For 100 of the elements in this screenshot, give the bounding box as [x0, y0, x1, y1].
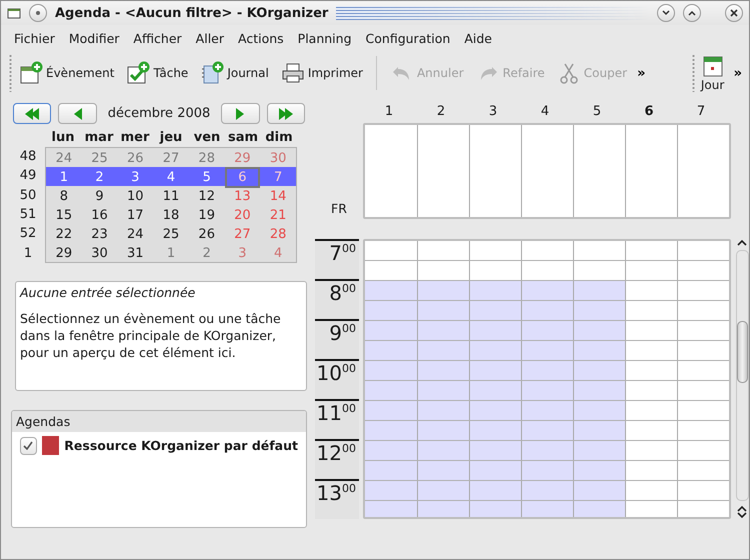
day-number[interactable]: 5 — [571, 104, 623, 118]
time-slot[interactable] — [365, 441, 417, 460]
time-slot[interactable] — [677, 301, 729, 320]
time-slot[interactable] — [677, 381, 729, 400]
time-slot[interactable] — [625, 341, 677, 360]
scrollbar-thumb[interactable] — [736, 321, 748, 383]
time-slot[interactable] — [573, 321, 625, 340]
time-slot[interactable] — [469, 381, 521, 400]
time-slot[interactable] — [521, 381, 573, 400]
time-slot[interactable] — [521, 501, 573, 517]
scroll-up-icon[interactable] — [737, 505, 747, 512]
time-slot[interactable] — [625, 401, 677, 420]
time-slot[interactable] — [417, 361, 469, 380]
calendar-day[interactable]: 3 — [117, 167, 154, 188]
toolbar-button[interactable]: Évènement — [14, 59, 120, 87]
week-row[interactable]: 22 23 24 25 26 27 28 — [46, 224, 296, 243]
calendar-day[interactable]: 17 — [117, 205, 154, 226]
time-slot[interactable] — [417, 501, 469, 517]
time-slot[interactable] — [365, 501, 417, 517]
calendar-day[interactable]: 30 — [82, 243, 118, 264]
time-slot[interactable] — [417, 341, 469, 360]
time-slot[interactable] — [417, 301, 469, 320]
time-slot[interactable] — [365, 321, 417, 340]
calendar-day[interactable]: 23 — [82, 224, 118, 245]
time-slot[interactable] — [573, 441, 625, 460]
calendar-day[interactable]: 22 — [46, 224, 82, 245]
time-slot[interactable] — [521, 421, 573, 440]
time-slot[interactable] — [469, 401, 521, 420]
time-slot[interactable] — [677, 501, 729, 517]
day-number[interactable]: 1 — [363, 104, 415, 118]
menu-item[interactable]: Fichier — [7, 28, 62, 48]
calendar-day[interactable]: 2 — [82, 167, 118, 188]
calendar-day[interactable]: 19 — [188, 205, 225, 226]
toolbar-button[interactable]: Imprimer — [276, 59, 368, 87]
maximize-button[interactable] — [683, 4, 701, 22]
time-slot[interactable] — [677, 321, 729, 340]
scroll-up-icon[interactable] — [737, 239, 747, 246]
time-slot[interactable] — [573, 301, 625, 320]
time-slot[interactable] — [469, 441, 521, 460]
menu-item[interactable]: Configuration — [358, 28, 458, 48]
time-slot[interactable] — [469, 341, 521, 360]
time-slot[interactable] — [573, 241, 625, 260]
time-slot[interactable] — [469, 461, 521, 480]
time-slot[interactable] — [521, 341, 573, 360]
time-slot[interactable] — [573, 341, 625, 360]
time-slot[interactable] — [365, 381, 417, 400]
time-slot[interactable] — [677, 481, 729, 500]
time-slot[interactable] — [573, 421, 625, 440]
time-slot[interactable] — [521, 441, 573, 460]
time-slot[interactable] — [365, 401, 417, 420]
time-slot[interactable] — [417, 421, 469, 440]
day-number[interactable]: 7 — [675, 104, 727, 118]
day-number[interactable]: 4 — [519, 104, 571, 118]
time-slot[interactable] — [677, 281, 729, 300]
time-slot[interactable] — [625, 461, 677, 480]
scrollbar-track[interactable] — [736, 250, 748, 501]
time-slot[interactable] — [625, 381, 677, 400]
calendar-day[interactable]: 4 — [153, 167, 189, 188]
menu-item[interactable]: Planning — [290, 28, 359, 48]
checkbox[interactable] — [20, 436, 37, 454]
time-slot[interactable] — [365, 421, 417, 440]
time-slot[interactable] — [625, 361, 677, 380]
week-row[interactable]: 29 30 31 1 2 3 4 — [46, 243, 296, 262]
time-slot[interactable] — [521, 461, 573, 480]
time-slot[interactable] — [573, 361, 625, 380]
menu-item[interactable]: Aide — [457, 28, 499, 48]
time-slot[interactable] — [469, 321, 521, 340]
calendar-day[interactable]: 25 — [153, 224, 189, 245]
week-row[interactable]: 15 16 17 18 19 20 21 — [46, 205, 296, 224]
time-slot[interactable] — [521, 481, 573, 500]
time-slot[interactable] — [365, 261, 417, 280]
minimize-button[interactable] — [657, 4, 675, 22]
time-slot[interactable] — [677, 261, 729, 280]
time-slot[interactable] — [365, 341, 417, 360]
time-slot[interactable] — [417, 241, 469, 260]
day-number[interactable]: 3 — [467, 104, 519, 118]
time-slot[interactable] — [573, 461, 625, 480]
calendar-day[interactable]: 26 — [188, 224, 225, 245]
time-slot[interactable] — [625, 301, 677, 320]
time-slot[interactable] — [573, 261, 625, 280]
time-slot[interactable] — [677, 341, 729, 360]
toolbar-button[interactable]: Tâche — [121, 59, 194, 87]
time-slot[interactable] — [469, 501, 521, 517]
time-slot[interactable] — [417, 441, 469, 460]
time-slot[interactable] — [417, 401, 469, 420]
time-slot[interactable] — [469, 421, 521, 440]
time-slot[interactable] — [365, 481, 417, 500]
menu-item[interactable]: Modifier — [62, 28, 126, 48]
time-slot[interactable] — [365, 461, 417, 480]
overflow-button[interactable]: » — [730, 66, 745, 80]
calendar-day[interactable]: 24 — [117, 224, 154, 245]
time-slot[interactable] — [677, 421, 729, 440]
time-slot[interactable] — [365, 241, 417, 260]
toolbar-button[interactable]: Journal — [195, 59, 274, 87]
time-slot[interactable] — [521, 361, 573, 380]
calendar-day[interactable]: 5 — [188, 167, 225, 188]
overflow-button[interactable]: » — [634, 66, 648, 80]
time-slot[interactable] — [677, 361, 729, 380]
time-slot[interactable] — [573, 501, 625, 517]
time-slot[interactable] — [677, 461, 729, 480]
